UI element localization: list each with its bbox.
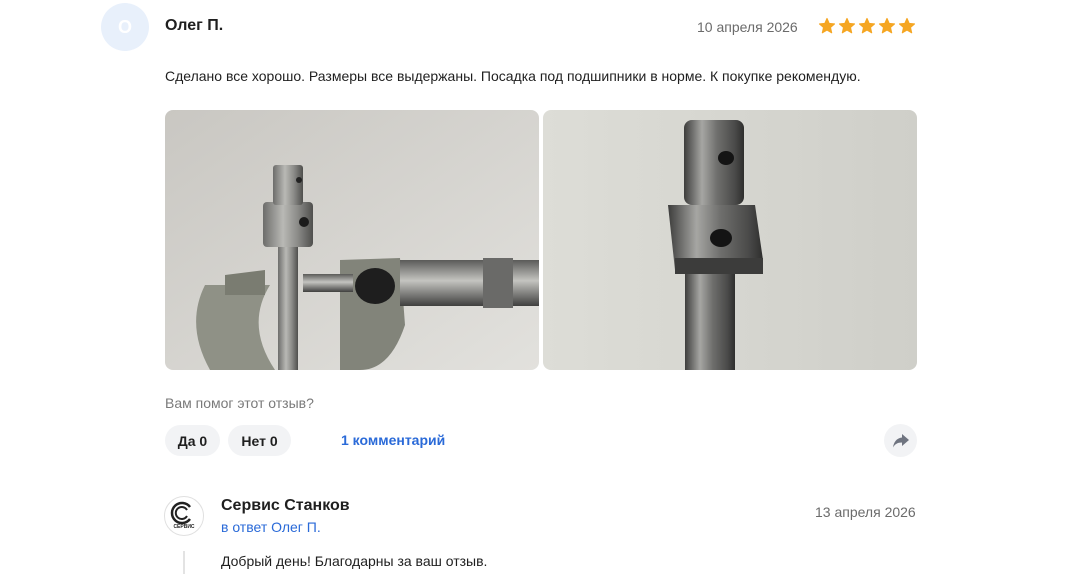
star-icon xyxy=(898,17,916,34)
review-text: Сделано все хорошо. Размеры все выдержан… xyxy=(165,68,861,84)
reply-text: Добрый день! Благодарны за ваш отзыв. xyxy=(221,553,488,569)
star-icon xyxy=(818,17,836,34)
review-date: 10 апреля 2026 xyxy=(697,19,798,35)
helpful-question: Вам помог этот отзыв? xyxy=(165,395,314,411)
seller-name: Сервис Станков xyxy=(221,497,350,514)
reply-to-link[interactable]: в ответ Олег П. xyxy=(221,519,321,535)
seller-logo: СЕРВИС xyxy=(164,496,204,536)
comments-link[interactable]: 1 комментарий xyxy=(341,432,445,448)
share-button[interactable] xyxy=(884,424,917,457)
vote-no-button[interactable]: Нет 0 xyxy=(228,425,291,456)
review-photo-micrometer[interactable] xyxy=(165,110,539,370)
rating-stars xyxy=(818,17,916,35)
seller-logo-text: СЕРВИС xyxy=(173,524,194,530)
star-icon xyxy=(858,17,876,34)
share-arrow-icon xyxy=(892,433,909,447)
review-author-name: Олег П. xyxy=(165,17,224,34)
author-avatar: О xyxy=(101,3,149,51)
vote-yes-button[interactable]: Да 0 xyxy=(165,425,220,456)
reply-date: 13 апреля 2026 xyxy=(815,504,916,520)
star-icon xyxy=(878,17,896,34)
review-photo-shaft-closeup[interactable] xyxy=(543,110,917,370)
avatar-letter: О xyxy=(117,16,132,37)
star-icon xyxy=(838,17,856,34)
reply-divider xyxy=(183,551,185,574)
